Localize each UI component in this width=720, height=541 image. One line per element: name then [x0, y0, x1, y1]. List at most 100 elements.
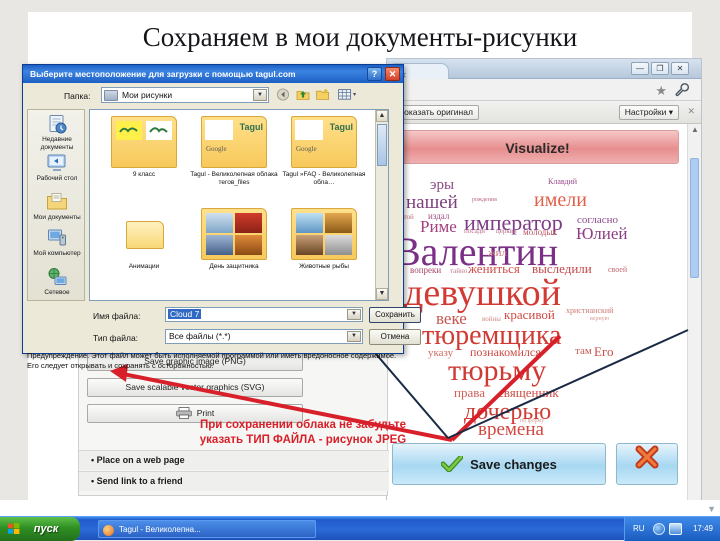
- filename-value: Cloud 7: [168, 309, 202, 319]
- file-item[interactable]: День защитника: [190, 208, 278, 271]
- taskbar-item-label: Tagul - Великолепна...: [119, 525, 201, 534]
- cloud-word: права: [454, 385, 485, 400]
- file-caption: Tagul - Великолепная облака тегов_files: [190, 171, 278, 186]
- taskbar: пуск Tagul - Великолепна... RU 17:49: [0, 516, 720, 541]
- dialog-help-button[interactable]: ?: [367, 67, 382, 81]
- browser-omnibox[interactable]: [387, 79, 701, 101]
- place-network[interactable]: Сетевое: [28, 267, 86, 297]
- folder-combobox[interactable]: Мои рисунки ▼: [101, 87, 269, 103]
- place-desktop[interactable]: Рабочий стол: [28, 153, 86, 183]
- annotation-text: При сохранении облака не забудьте указат…: [199, 419, 407, 446]
- my-documents-icon: [47, 193, 67, 210]
- wrench-icon[interactable]: [675, 82, 689, 97]
- tray-language-indicator[interactable]: RU: [633, 517, 645, 541]
- scroll-up-icon[interactable]: ▲: [376, 110, 388, 122]
- place-label: Сетевое: [44, 289, 70, 296]
- visualize-button[interactable]: Visualize!: [396, 130, 679, 164]
- dialog-close-button[interactable]: ✕: [385, 67, 400, 81]
- new-folder-icon[interactable]: [315, 87, 331, 102]
- scrollbar-thumb[interactable]: [690, 158, 699, 278]
- folder-icon: [104, 90, 118, 101]
- send-link-to-friend-link[interactable]: • Send link to a friend: [79, 471, 389, 491]
- infobar-close-icon[interactable]: ✕: [687, 106, 695, 117]
- scroll-up-icon[interactable]: ▲: [691, 125, 699, 134]
- taskbar-item-tagul[interactable]: Tagul - Великолепна...: [98, 520, 316, 538]
- file-caption: Анимации: [128, 263, 160, 270]
- file-list[interactable]: 9 класс Tagul Google Tagul - Великолепна…: [89, 109, 389, 301]
- printer-icon: [175, 407, 192, 419]
- place-my-computer[interactable]: Мой компьютер: [28, 228, 86, 258]
- save-changes-label: Save changes: [470, 457, 557, 472]
- bookmark-star-icon[interactable]: ★: [655, 83, 667, 99]
- place-label: Рабочий стол: [36, 175, 78, 182]
- chevron-down-icon[interactable]: ▼: [347, 331, 361, 342]
- place-my-documents[interactable]: Мои документы: [28, 192, 86, 222]
- cloud-word: рождения: [472, 197, 497, 203]
- desktop-icon: [47, 154, 66, 171]
- window-minimize-button[interactable]: —: [631, 62, 649, 75]
- dialog-warning-text: Предупреждение. Этот файл может быть исп…: [27, 351, 397, 370]
- cloud-word: жил: [488, 247, 507, 259]
- filename-label: Имя файла:: [93, 311, 141, 321]
- start-button[interactable]: пуск: [0, 517, 80, 541]
- places-bar: Недавние документы Рабочий стол Мои доку…: [27, 109, 85, 301]
- cloud-word: христианский: [566, 306, 614, 315]
- settings-button[interactable]: Настройки ▾: [618, 105, 679, 120]
- window-maximize-button[interactable]: ❐: [651, 62, 669, 75]
- chevron-down-icon[interactable]: ▼: [253, 89, 267, 101]
- tray-icon-volume[interactable]: [669, 523, 682, 535]
- windows-flag-icon: [8, 523, 20, 534]
- filename-input[interactable]: Cloud 7 ▼: [165, 307, 363, 322]
- chevron-down-icon[interactable]: ▼: [347, 309, 361, 320]
- file-thumbnail: [291, 208, 357, 260]
- browser-window: ✕ — ❐ ✕ ★ Показать оригинал Настройки ▾ …: [386, 58, 702, 510]
- file-caption: Tagul »FAQ - Великолепная обла…: [282, 171, 366, 186]
- folder-value: Мои рисунки: [122, 90, 173, 100]
- desktop-strip: [0, 500, 720, 516]
- browser-icon: [103, 525, 114, 536]
- my-computer-icon: [48, 229, 66, 246]
- start-label: пуск: [33, 523, 59, 535]
- place-label: Недавние документы: [40, 136, 74, 151]
- save-changes-button[interactable]: Save changes: [392, 443, 606, 485]
- file-thumbnail: [111, 208, 177, 260]
- file-item[interactable]: Tagul Google Tagul - Великолепная облака…: [190, 116, 278, 186]
- dialog-cancel-button[interactable]: Отмена: [369, 329, 421, 345]
- save-changes-bar: Save changes: [392, 443, 684, 485]
- tray-icon-network[interactable]: [653, 523, 665, 535]
- cloud-word: тюрьму: [448, 354, 547, 387]
- up-folder-icon[interactable]: [295, 87, 311, 102]
- filetype-label: Тип файла:: [93, 333, 139, 343]
- window-close-button[interactable]: ✕: [671, 62, 689, 75]
- word-cloud: эрыКлавдийнашейрожденияимелисвятойиздалР…: [392, 170, 683, 480]
- print-label: Print: [196, 408, 215, 418]
- page-scroll-down-icon[interactable]: ▼: [707, 504, 716, 514]
- cloud-word: нашей: [406, 192, 458, 213]
- place-on-web-page-link[interactable]: • Place on a web page: [79, 450, 389, 470]
- file-thumbnail: Tagul Google: [201, 116, 267, 168]
- cloud-word: верную: [590, 316, 610, 322]
- file-item[interactable]: 9 класс: [100, 116, 188, 179]
- place-recent-documents[interactable]: Недавние документы: [28, 114, 86, 151]
- file-caption: Животные рыбы: [299, 263, 349, 270]
- tray-clock[interactable]: 17:49: [693, 517, 713, 541]
- save-svg-button[interactable]: Save scalable vector graphics (SVG): [87, 378, 303, 397]
- cancel-button[interactable]: [616, 443, 678, 485]
- dialog-save-button[interactable]: Сохранить: [369, 307, 421, 323]
- file-item[interactable]: Tagul Google Tagul »FAQ - Великолепная о…: [280, 116, 368, 186]
- cloud-word: Клавдий: [548, 177, 578, 186]
- views-icon[interactable]: [337, 87, 359, 102]
- cloud-word: Юлией: [576, 224, 628, 243]
- show-original-button[interactable]: Показать оригинал: [392, 105, 479, 120]
- file-item[interactable]: Анимации: [100, 208, 188, 271]
- place-label: Мои документы: [33, 214, 81, 221]
- back-icon[interactable]: [275, 87, 291, 102]
- file-caption: День защитника: [209, 263, 259, 270]
- filetype-combobox[interactable]: Все файлы (*.*) ▼: [165, 329, 363, 344]
- page-scrollbar[interactable]: ▲ ▼: [687, 124, 701, 509]
- place-label: Мой компьютер: [33, 250, 81, 257]
- scrollbar-thumb[interactable]: [377, 124, 387, 166]
- file-list-scrollbar[interactable]: ▲ ▼: [375, 110, 388, 300]
- file-item[interactable]: Животные рыбы: [280, 208, 368, 271]
- scroll-down-icon[interactable]: ▼: [376, 288, 388, 300]
